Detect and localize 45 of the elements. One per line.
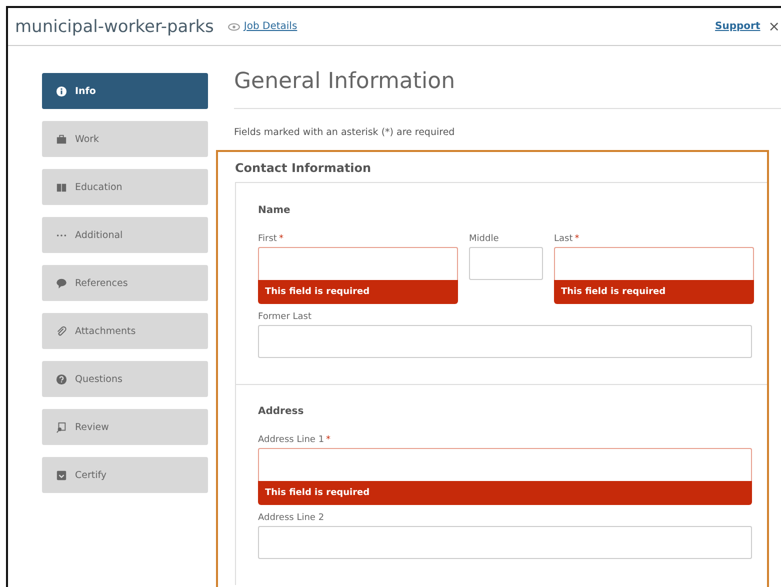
required-mark: *	[278, 234, 284, 244]
required-mark: *	[574, 234, 580, 244]
sidebar-tab[interactable]: Attachments	[42, 313, 208, 349]
sidebar-tab[interactable]: Work	[42, 121, 208, 157]
input-field[interactable]	[554, 247, 754, 280]
info-icon	[56, 86, 67, 96]
sidebar-tab[interactable]: Additional	[42, 217, 208, 253]
field-label: First *	[258, 234, 284, 244]
sidebar-tab[interactable]: Education	[42, 169, 208, 205]
field-label: Last *	[554, 234, 580, 244]
sidebar-tab[interactable]: Certify	[42, 457, 208, 493]
required-note: Fields marked with an asterisk (*) are required	[234, 127, 456, 138]
input-field[interactable]	[469, 247, 543, 280]
document-icon	[56, 422, 67, 432]
help-icon	[56, 374, 67, 384]
sidebar-tab[interactable]: References	[42, 265, 208, 301]
book-icon	[56, 182, 67, 192]
field-label: Address Line 2	[258, 513, 326, 523]
eye-icon	[228, 22, 240, 30]
field-label: Address Line 1 *	[258, 435, 332, 445]
group-title: Address	[258, 406, 305, 417]
input-field[interactable]	[258, 526, 752, 559]
input-field[interactable]	[258, 448, 752, 481]
section-title: Contact Information	[235, 161, 372, 175]
required-mark: *	[326, 435, 331, 445]
field-label: Former Last	[258, 312, 313, 322]
close-icon[interactable]: ×	[768, 18, 780, 34]
sidebar-tab[interactable]: Info	[42, 73, 208, 109]
page-title: General Information	[234, 69, 456, 96]
error-message: This field is required	[258, 481, 752, 505]
field-label: Middle	[469, 234, 500, 244]
checkbox-icon	[56, 470, 67, 480]
paperclip-icon	[56, 326, 67, 336]
sidebar-tab[interactable]: Questions	[42, 361, 208, 397]
job-details-link[interactable]: Job Details	[244, 21, 298, 32]
error-message: This field is required	[554, 280, 754, 304]
briefcase-icon	[56, 134, 67, 144]
speech-bubble-icon	[56, 278, 67, 288]
input-field[interactable]	[258, 325, 752, 358]
support-link[interactable]: Support	[715, 21, 760, 32]
error-message: This field is required	[258, 280, 458, 304]
sidebar-tab[interactable]: Review	[42, 409, 208, 445]
input-field[interactable]	[258, 247, 458, 280]
app-title: municipal-worker-parks	[15, 16, 214, 36]
group-title: Name	[258, 205, 292, 216]
